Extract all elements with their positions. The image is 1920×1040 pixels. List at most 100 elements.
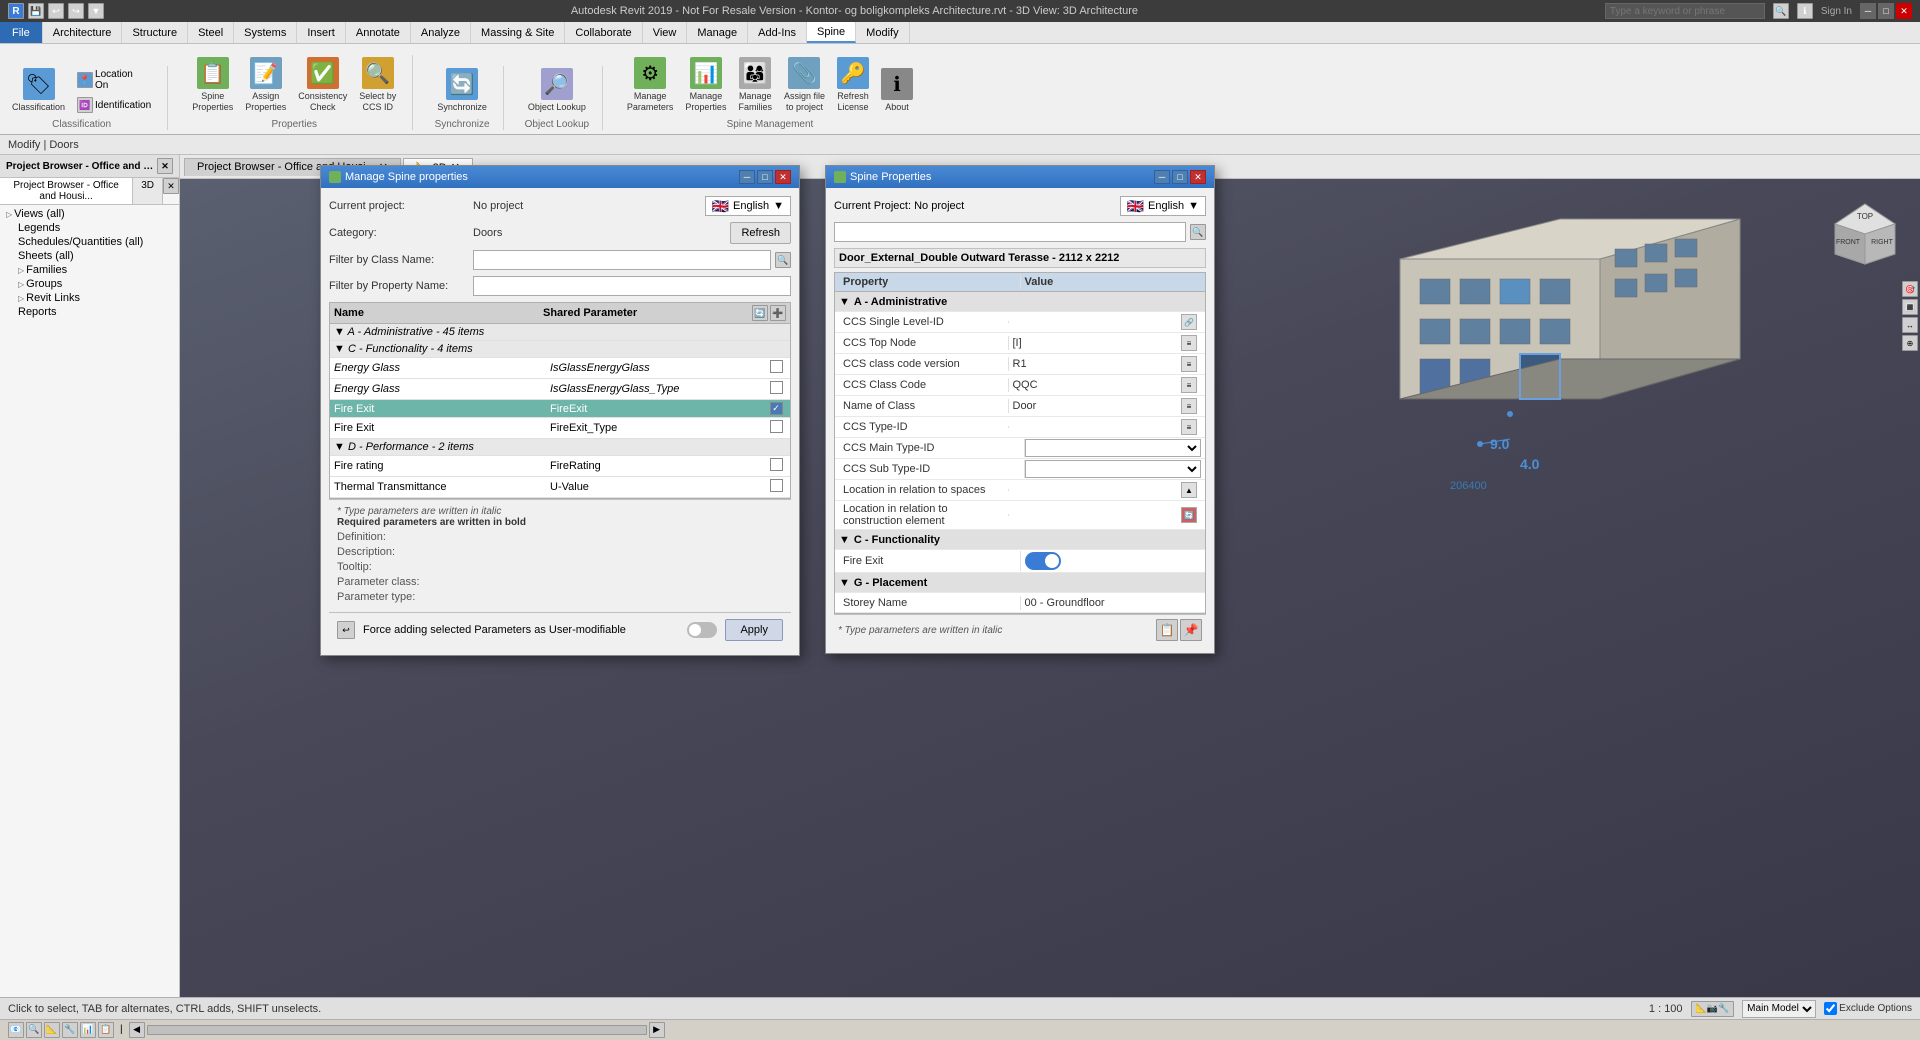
ccs-top-node-list-icon[interactable]: ≡ bbox=[1181, 335, 1197, 351]
select-by-ccs-button[interactable]: 🔍 Select byCCS ID bbox=[355, 55, 400, 115]
tab-view[interactable]: View bbox=[643, 22, 688, 43]
fire-exit-1-check[interactable]: ✓ bbox=[766, 402, 786, 415]
ccs-class-code-action[interactable]: ≡ bbox=[1177, 376, 1201, 394]
spine-close-button[interactable]: ✕ bbox=[1190, 170, 1206, 184]
location-on-button[interactable]: 📍 LocationOn bbox=[73, 67, 155, 93]
synchronize-button[interactable]: 🔄 Synchronize bbox=[433, 66, 491, 115]
name-of-class-action[interactable]: ≡ bbox=[1177, 397, 1201, 415]
tree-groups[interactable]: ▷ Groups bbox=[2, 277, 177, 291]
language-select[interactable]: 🇬🇧 English ▼ bbox=[705, 196, 791, 216]
location-spaces-row[interactable]: Location in relation to spaces ▲ bbox=[835, 480, 1205, 501]
bottom-bar-icon-7[interactable]: ◀ bbox=[129, 1022, 145, 1038]
statusbar-icons[interactable]: 📐📷🔧 bbox=[1691, 1001, 1735, 1017]
quick-access-more[interactable]: ▼ bbox=[88, 3, 104, 19]
tree-schedules[interactable]: Schedules/Quantities (all) bbox=[2, 235, 177, 249]
pb-close-tab-icon[interactable]: ✕ bbox=[163, 178, 179, 194]
view-tool-2[interactable]: 🔳 bbox=[1902, 299, 1918, 315]
manage-spine-close-button[interactable]: ✕ bbox=[775, 170, 791, 184]
table-add-icon[interactable]: ➕ bbox=[770, 305, 786, 321]
assign-properties-button[interactable]: 📝 AssignProperties bbox=[241, 55, 290, 115]
section-a-row[interactable]: ▼ A - Administrative - 45 items bbox=[330, 324, 790, 341]
model-select[interactable]: Main Model bbox=[1742, 1000, 1816, 1018]
bottom-scroll-bar[interactable] bbox=[147, 1025, 647, 1035]
spine-section-c[interactable]: ▼ C - Functionality bbox=[835, 530, 1205, 550]
tree-revit-links[interactable]: ▷ Revit Links bbox=[2, 291, 177, 305]
refresh-license-button[interactable]: 🔑 RefreshLicense bbox=[833, 55, 873, 115]
section-d-row[interactable]: ▼ D - Performance - 2 items bbox=[330, 439, 790, 456]
ccs-top-node-action[interactable]: ≡ bbox=[1177, 334, 1201, 352]
spine-language-select[interactable]: 🇬🇧 English ▼ bbox=[1120, 196, 1206, 216]
search-icon[interactable]: 🔍 bbox=[1773, 3, 1789, 19]
fire-exit-spine-row[interactable]: Fire Exit bbox=[835, 550, 1205, 573]
location-spaces-action[interactable]: ▲ bbox=[1177, 481, 1201, 499]
energy-glass-2-checkbox[interactable] bbox=[770, 381, 783, 394]
ccs-class-code-version-list-icon[interactable]: ≡ bbox=[1181, 356, 1197, 372]
bottom-bar-icon-3[interactable]: 📐 bbox=[44, 1022, 60, 1038]
force-toggle[interactable] bbox=[687, 622, 717, 638]
ccs-sub-type-row[interactable]: CCS Sub Type-ID bbox=[835, 459, 1205, 480]
tab-insert[interactable]: Insert bbox=[297, 22, 346, 43]
about-button[interactable]: ℹ About bbox=[877, 66, 917, 115]
spine-copy-button[interactable]: 📋 bbox=[1156, 619, 1178, 641]
sign-in-link[interactable]: Sign In bbox=[1821, 6, 1852, 17]
thermal-row[interactable]: Thermal Transmittance U-Value bbox=[330, 477, 790, 498]
tab-file[interactable]: File bbox=[0, 22, 43, 43]
tree-legends[interactable]: Legends bbox=[2, 221, 177, 235]
tab-spine[interactable]: Spine bbox=[807, 22, 856, 43]
tab-massing[interactable]: Massing & Site bbox=[471, 22, 565, 43]
consistency-check-button[interactable]: ✅ ConsistencyCheck bbox=[294, 55, 351, 115]
name-of-class-list-icon[interactable]: ≡ bbox=[1181, 398, 1197, 414]
spine-minimize-button[interactable]: ─ bbox=[1154, 170, 1170, 184]
tab-structure[interactable]: Structure bbox=[122, 22, 188, 43]
energy-glass-1-check[interactable] bbox=[766, 360, 786, 376]
ccs-single-level-link-icon[interactable]: 🔗 bbox=[1181, 314, 1197, 330]
ccs-type-id-action[interactable]: ≡ bbox=[1177, 418, 1201, 436]
filter-property-input[interactable] bbox=[473, 276, 791, 296]
tab-architecture[interactable]: Architecture bbox=[43, 22, 123, 43]
spine-paste-button[interactable]: 📌 bbox=[1180, 619, 1202, 641]
quick-access-undo[interactable]: ↩ bbox=[48, 3, 64, 19]
fire-exit-row-2[interactable]: Fire Exit FireExit_Type bbox=[330, 418, 790, 439]
bottom-bar-icon-2[interactable]: 🔍 bbox=[26, 1022, 42, 1038]
ccs-class-code-version-action[interactable]: ≡ bbox=[1177, 355, 1201, 373]
fire-exit-row-1[interactable]: Fire Exit FireExit ✓ bbox=[330, 400, 790, 418]
minimize-button[interactable]: ─ bbox=[1860, 3, 1876, 19]
ccs-top-node-row[interactable]: CCS Top Node [I] ≡ bbox=[835, 333, 1205, 354]
bottom-bar-icon-1[interactable]: 📧 bbox=[8, 1022, 24, 1038]
tree-families[interactable]: ▷ Families bbox=[2, 263, 177, 277]
filter-class-input[interactable] bbox=[473, 250, 771, 270]
fire-rating-checkbox[interactable] bbox=[770, 458, 783, 471]
energy-glass-row-1[interactable]: Energy Glass IsGlassEnergyGlass bbox=[330, 358, 790, 379]
fire-exit-1-checkbox[interactable]: ✓ bbox=[770, 402, 783, 415]
energy-glass-1-checkbox[interactable] bbox=[770, 360, 783, 373]
energy-glass-row-2[interactable]: Energy Glass IsGlassEnergyGlass_Type bbox=[330, 379, 790, 400]
close-button[interactable]: ✕ bbox=[1896, 3, 1912, 19]
storey-name-row[interactable]: Storey Name 00 - Groundfloor bbox=[835, 593, 1205, 613]
maximize-button[interactable]: □ bbox=[1878, 3, 1894, 19]
name-of-class-row[interactable]: Name of Class Door ≡ bbox=[835, 396, 1205, 417]
spine-search-input[interactable] bbox=[834, 222, 1186, 242]
refresh-button[interactable]: Refresh bbox=[730, 222, 791, 244]
energy-glass-2-check[interactable] bbox=[766, 381, 786, 397]
location-spaces-triangle-icon[interactable]: ▲ bbox=[1181, 482, 1197, 498]
apply-button[interactable]: Apply bbox=[725, 619, 783, 641]
view-tool-3[interactable]: ↔ bbox=[1902, 317, 1918, 333]
ccs-single-level-action[interactable]: 🔗 bbox=[1177, 313, 1201, 331]
ccs-class-code-list-icon[interactable]: ≡ bbox=[1181, 377, 1197, 393]
manage-properties-button[interactable]: 📊 ManageProperties bbox=[681, 55, 730, 115]
thermal-checkbox[interactable] bbox=[770, 479, 783, 492]
view-tool-1[interactable]: 🎯 bbox=[1902, 281, 1918, 297]
exclude-options-checkbox[interactable] bbox=[1824, 1002, 1837, 1015]
pb-tab-3d[interactable]: 3D bbox=[133, 178, 163, 204]
tab-addins[interactable]: Add-Ins bbox=[748, 22, 807, 43]
quick-access-redo[interactable]: ↪ bbox=[68, 3, 84, 19]
tab-analyze[interactable]: Analyze bbox=[411, 22, 471, 43]
manage-spine-minimize-button[interactable]: ─ bbox=[739, 170, 755, 184]
location-construction-refresh-icon[interactable]: 🔄 bbox=[1181, 507, 1197, 523]
location-construction-row[interactable]: Location in relation to construction ele… bbox=[835, 501, 1205, 530]
ccs-main-type-dropdown[interactable] bbox=[1025, 439, 1202, 457]
tree-sheets[interactable]: Sheets (all) bbox=[2, 249, 177, 263]
manage-parameters-button[interactable]: ⚙ ManageParameters bbox=[623, 55, 678, 115]
section-c-row[interactable]: ▼ C - Functionality - 4 items bbox=[330, 341, 790, 358]
fire-rating-check[interactable] bbox=[766, 458, 786, 474]
